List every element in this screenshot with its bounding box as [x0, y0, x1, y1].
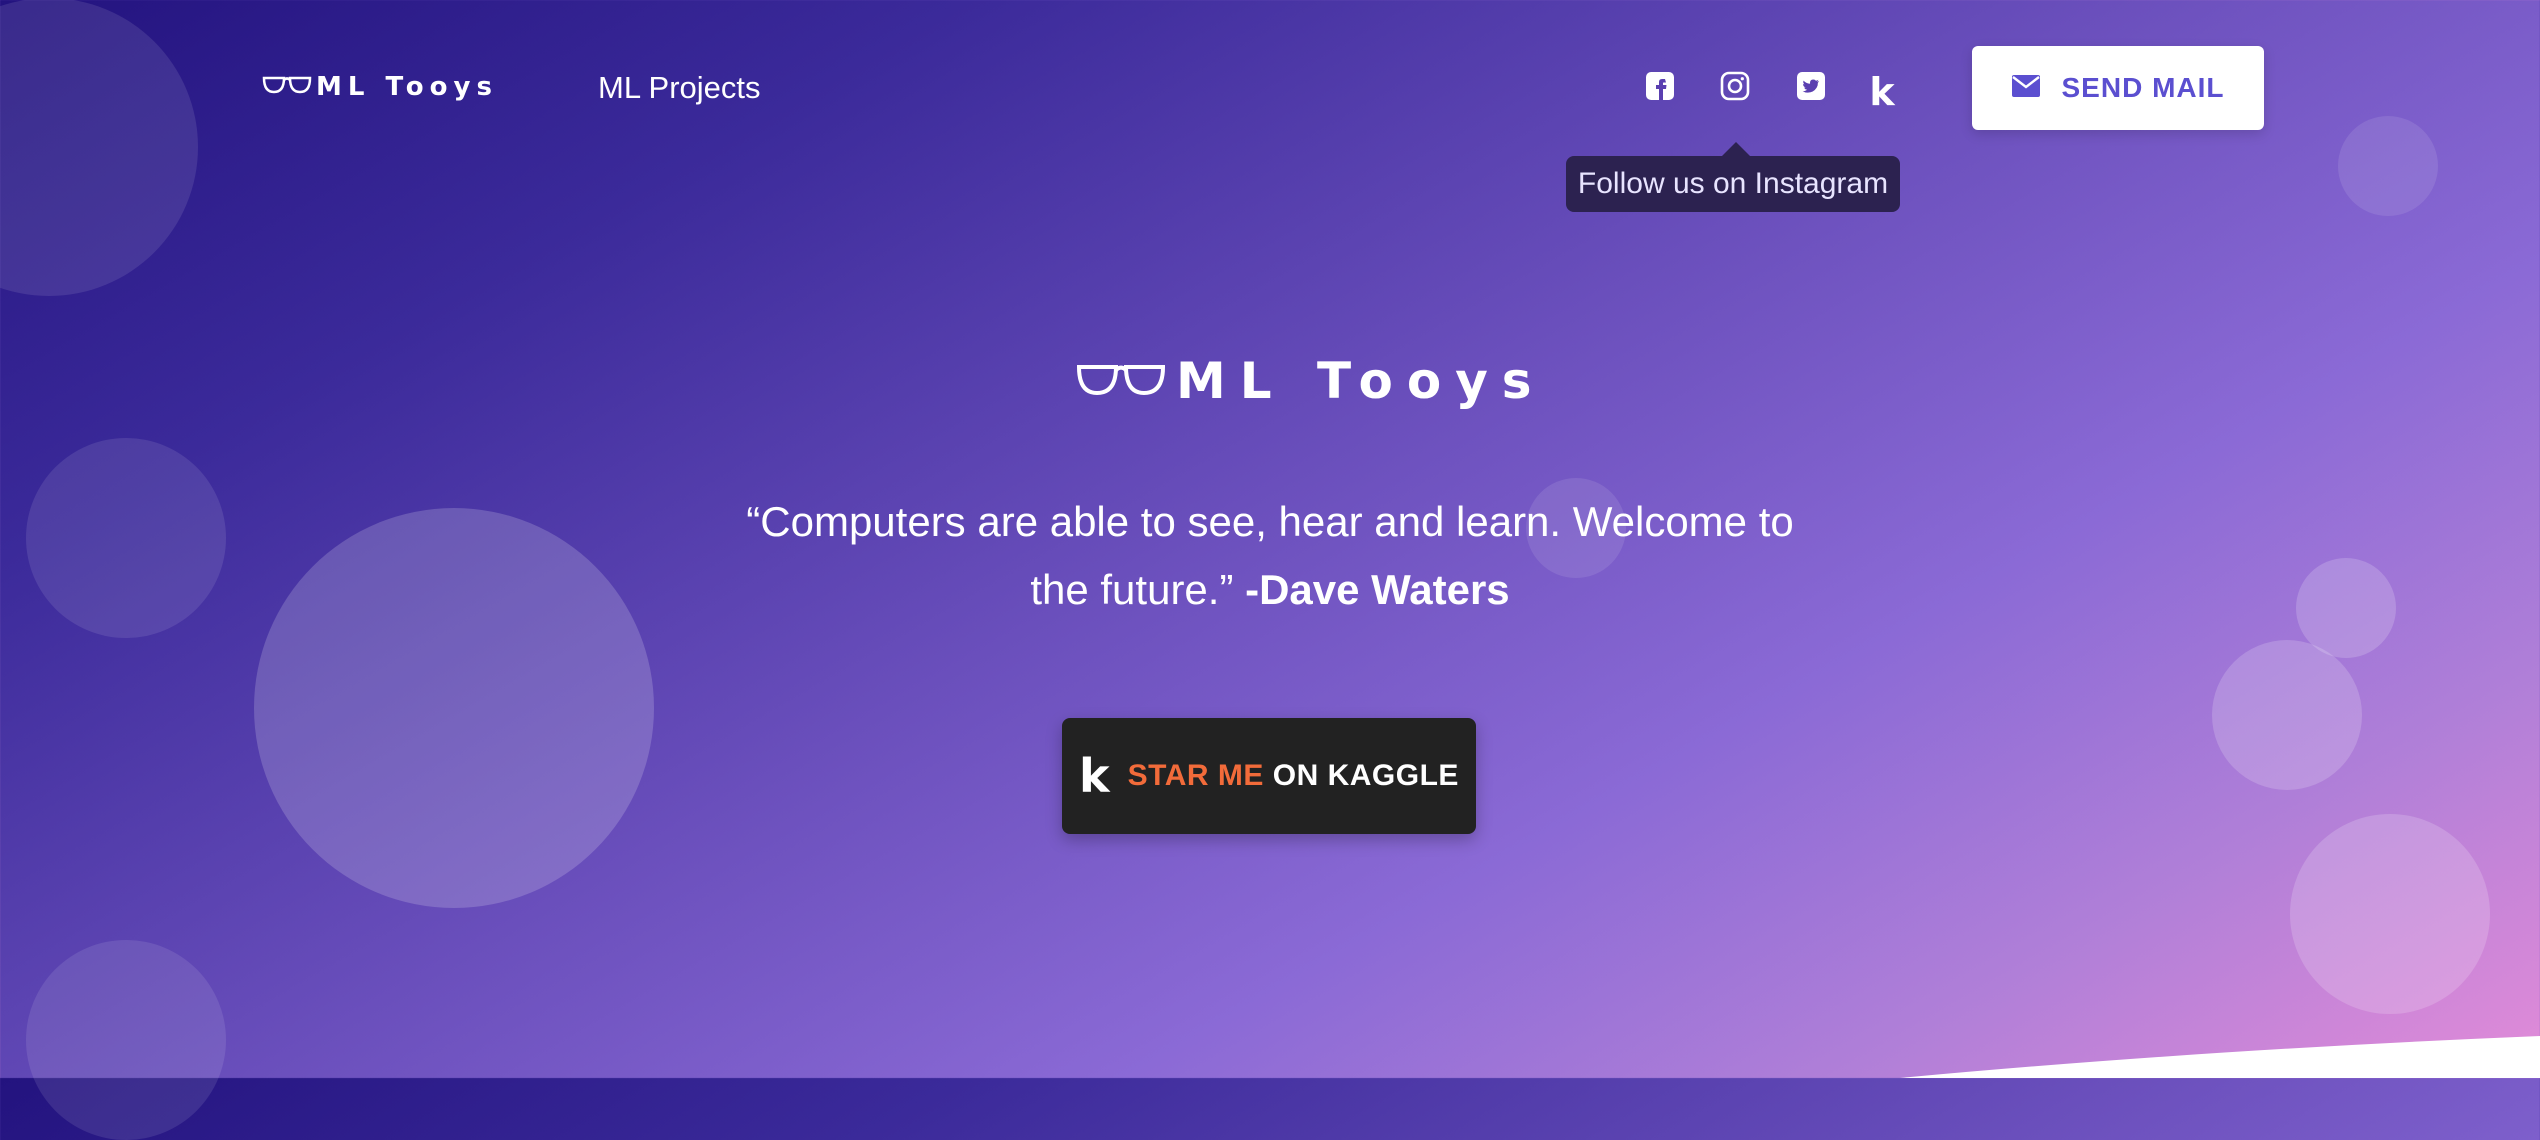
quote-author: -Dave Waters [1245, 566, 1510, 613]
instagram-link[interactable] [1715, 68, 1755, 108]
twitter-link[interactable] [1791, 68, 1831, 108]
tooltip-arrow [1722, 142, 1750, 156]
background-bubble [2212, 640, 2362, 790]
hero-title-text: ML Tooys [1176, 352, 1546, 410]
kaggle-icon: k [1869, 70, 1895, 114]
hero-title: ML Tooys [1076, 352, 1546, 410]
brand-logo[interactable]: ML Tooys [262, 72, 498, 102]
bottom-wave-divider [1900, 1036, 2540, 1078]
instagram-icon [1720, 71, 1750, 106]
glasses-icon [1076, 361, 1166, 402]
background-bubble [254, 508, 654, 908]
kaggle-button-accent-text: STAR ME [1127, 759, 1264, 792]
facebook-link[interactable] [1640, 68, 1680, 108]
instagram-tooltip: Follow us on Instagram [1566, 156, 1900, 212]
envelope-icon [2011, 74, 2040, 102]
background-bubble [2290, 814, 2490, 1014]
top-navigation: ML Tooys ML Projects k SEND MAIL [0, 0, 2540, 180]
hero-quote: “Computers are able to see, hear and lea… [740, 488, 1800, 624]
glasses-icon [262, 74, 312, 101]
nav-link-ml-projects[interactable]: ML Projects [598, 70, 761, 106]
facebook-icon [1645, 71, 1675, 106]
kaggle-button-label: STAR ME ON KAGGLE [1128, 759, 1459, 793]
kaggle-button-rest-text: ON KAGGLE [1272, 759, 1459, 792]
twitter-icon [1796, 71, 1826, 106]
star-on-kaggle-button[interactable]: k STAR ME ON KAGGLE [1062, 718, 1476, 834]
kaggle-link[interactable]: k [1862, 72, 1902, 112]
background-bubble [26, 438, 226, 638]
kaggle-icon: k [1079, 749, 1110, 803]
send-mail-label: SEND MAIL [2061, 72, 2225, 103]
send-mail-button[interactable]: SEND MAIL [1972, 46, 2264, 130]
brand-name: ML Tooys [316, 72, 498, 102]
